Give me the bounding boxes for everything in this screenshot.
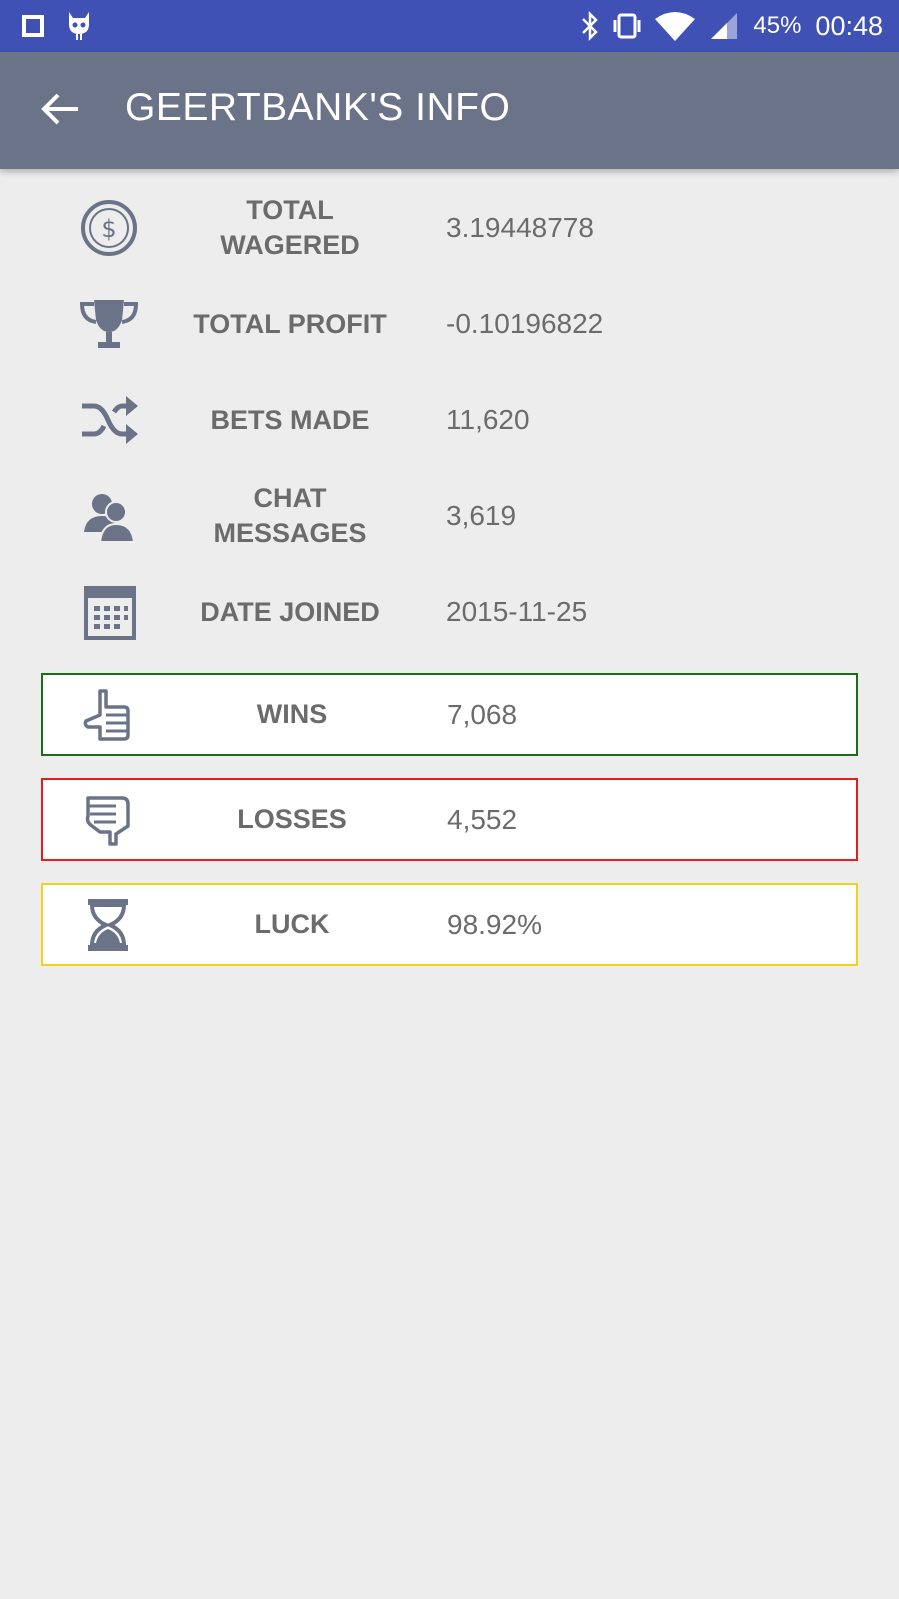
- stat-value: 3.19448778: [446, 212, 594, 243]
- luck-box: LUCK 98.92%: [41, 883, 858, 966]
- battery-percent: 45%: [753, 12, 802, 39]
- stat-row-date-joined: DATE JOINED 2015-11-25: [0, 564, 899, 660]
- luck-label: LUCK: [254, 909, 330, 939]
- stat-value: 3,619: [446, 500, 517, 531]
- thumb-down-hand-icon: [85, 796, 130, 846]
- calendar-icon: [84, 586, 136, 640]
- stat-label: CHAT MESSAGES: [213, 483, 367, 548]
- vibrate-icon: [613, 13, 641, 39]
- losses-label: LOSSES: [237, 804, 347, 834]
- wins-label: WINS: [256, 699, 328, 729]
- losses-box: LOSSES 4,552: [41, 778, 858, 861]
- stat-row-bets-made: BETS MADE 11,620: [0, 372, 899, 468]
- stat-row-total-profit: TOTAL PROFIT -0.10196822: [0, 276, 899, 372]
- wins-box: WINS 7,068: [41, 673, 858, 756]
- square-notification-icon: [22, 15, 44, 37]
- stat-value: 2015-11-25: [446, 596, 588, 627]
- wins-value: 7,068: [447, 698, 518, 730]
- cyanogen-mascot-icon: [69, 12, 89, 40]
- wifi-icon: [655, 12, 696, 41]
- stat-value: 11,620: [446, 404, 530, 435]
- shuffle-icon: [82, 396, 138, 444]
- trophy-icon: [79, 300, 139, 348]
- luck-value: 98.92%: [447, 908, 542, 940]
- clock: 00:48: [815, 10, 883, 41]
- page-title: GEERTBANK'S INFO: [125, 86, 511, 129]
- status-bar: 45% 00:48: [0, 0, 899, 52]
- users-icon: [84, 494, 136, 543]
- bluetooth-icon: [582, 11, 599, 41]
- app-bar: GEERTBANK'S INFO: [0, 52, 899, 169]
- stat-row-total-wagered: $ TOTAL WAGERED 3.19448778: [0, 180, 899, 276]
- cell-signal-icon: [711, 13, 738, 39]
- stat-label: BETS MADE: [210, 404, 370, 435]
- thumb-up-hand-icon: [83, 689, 130, 741]
- stat-label: DATE JOINED: [200, 596, 380, 627]
- stat-value: -0.10196822: [446, 308, 604, 339]
- losses-value: 4,552: [447, 803, 518, 835]
- stat-row-chat-messages: CHAT MESSAGES 3,619: [0, 468, 899, 564]
- hourglass-icon: [88, 899, 128, 951]
- stat-label: TOTAL PROFIT: [193, 308, 387, 339]
- back-arrow-icon[interactable]: [38, 87, 82, 131]
- svg-text:$: $: [101, 215, 116, 243]
- stat-label: TOTAL WAGERED: [220, 195, 360, 260]
- dollar-circle-icon: $: [81, 200, 137, 256]
